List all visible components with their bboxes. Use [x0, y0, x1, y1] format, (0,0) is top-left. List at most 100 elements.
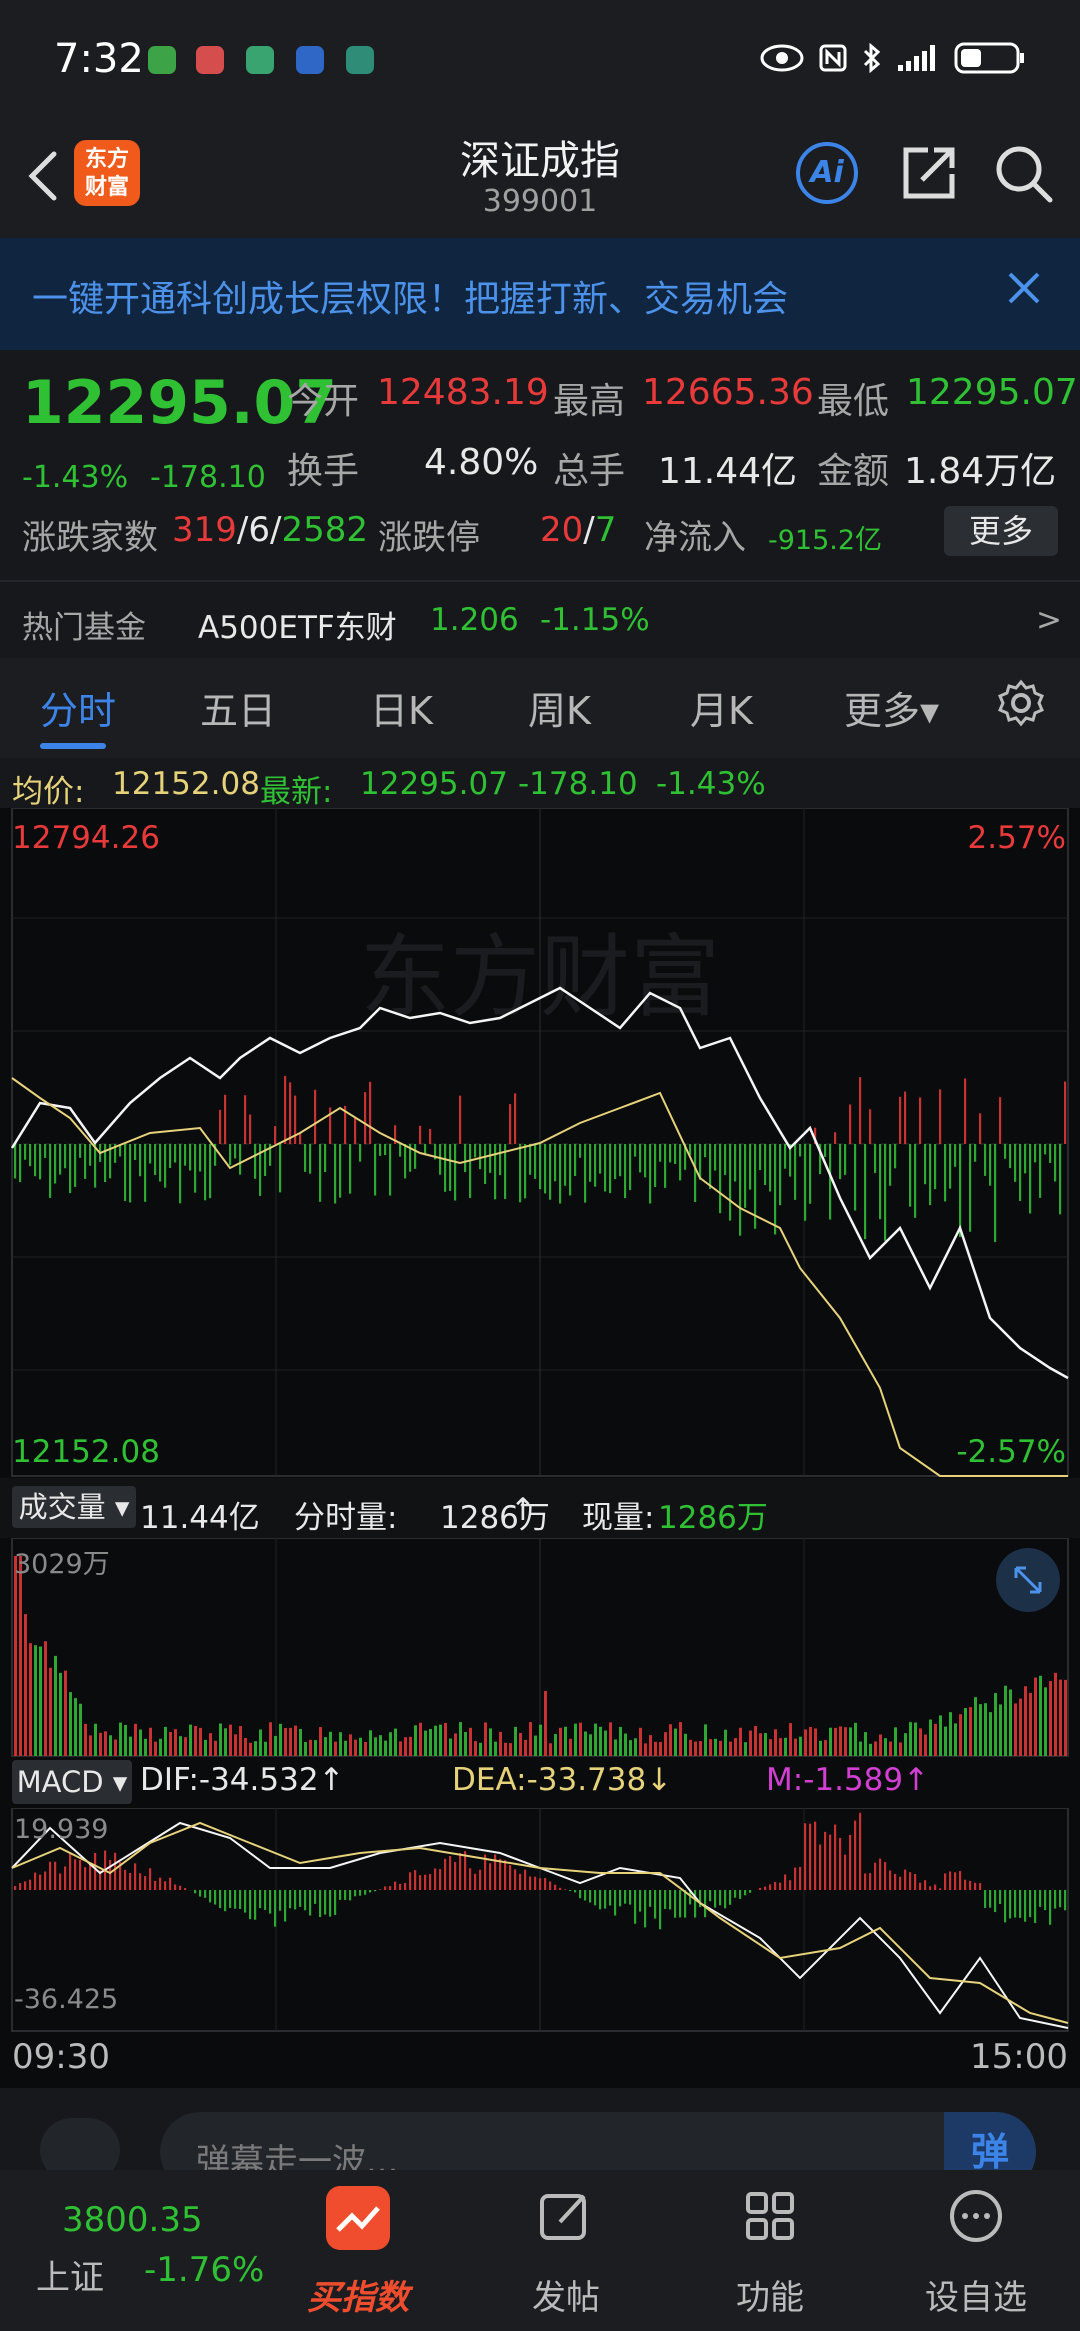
nav-post[interactable]: 发帖	[466, 2170, 666, 2331]
intraday-chart[interactable]: 东方财富 12794.26 2.57% 12152.08 -2.57%	[0, 808, 1080, 1478]
macd-down-bar	[649, 1890, 652, 1907]
volume-bar	[314, 1740, 317, 1756]
volume-bar	[734, 1738, 737, 1756]
volume-bar	[714, 1738, 717, 1756]
volume-bar	[999, 1704, 1002, 1756]
macd-up-bar	[29, 1879, 32, 1890]
macd-up-bar	[424, 1874, 427, 1890]
macd-up-bar	[144, 1876, 147, 1890]
macd-down-bar	[219, 1890, 222, 1909]
nfc-icon	[819, 44, 847, 72]
outflow-bar	[539, 1144, 542, 1190]
volume-bar	[679, 1722, 682, 1756]
tab-monthly-k[interactable]: 月K	[690, 680, 753, 735]
outflow-bar	[729, 1144, 732, 1221]
macd-up-bar	[174, 1884, 177, 1890]
macd-up-bar	[789, 1880, 792, 1890]
volume-bar	[1019, 1698, 1022, 1756]
inflow-bar	[849, 1104, 852, 1144]
outflow-bar	[589, 1144, 592, 1182]
volume-bar	[509, 1743, 512, 1756]
macd-up-bar	[479, 1869, 482, 1890]
pct-axis-top: 2.57%	[967, 820, 1066, 856]
volume-bar	[904, 1733, 907, 1756]
outflow-bar	[524, 1144, 527, 1199]
macd-down-bar	[714, 1890, 717, 1908]
volume-bar	[579, 1722, 582, 1756]
volume-bar	[689, 1739, 692, 1756]
outflow-bar	[994, 1144, 997, 1242]
tab-intraday[interactable]: 分时	[40, 680, 116, 735]
outflow-bar	[134, 1144, 137, 1161]
tab-daily-k[interactable]: 日K	[370, 680, 433, 735]
macd-up-bar	[529, 1876, 532, 1890]
outflow-bar	[714, 1144, 717, 1171]
volume-bar	[914, 1722, 917, 1756]
volume-bar	[289, 1727, 292, 1756]
macd-down-bar	[304, 1890, 307, 1911]
volume-bar	[209, 1733, 212, 1756]
volume-bar	[649, 1735, 652, 1756]
macd-up-bar	[149, 1868, 152, 1890]
nav-buy-index[interactable]: 买指数	[258, 2170, 458, 2331]
ai-button[interactable]: Ai	[796, 142, 858, 204]
tab-weekly-k[interactable]: 周K	[528, 680, 591, 735]
macd-down-bar	[644, 1890, 647, 1928]
expand-button[interactable]	[996, 1548, 1060, 1612]
macd-up-bar	[949, 1871, 952, 1890]
volume-bar	[139, 1729, 142, 1756]
macd-down-bar	[214, 1890, 217, 1905]
nav-watchlist[interactable]: 设自选	[876, 2170, 1076, 2331]
tab-more[interactable]: 更多▾	[844, 680, 939, 735]
macd-down-bar	[334, 1890, 337, 1915]
outflow-bar	[934, 1144, 937, 1190]
volume-bar	[594, 1723, 597, 1756]
volume-bar	[929, 1719, 932, 1756]
outflow-bar	[74, 1144, 77, 1187]
volume-bar	[559, 1727, 562, 1756]
tab-five-day[interactable]: 五日	[200, 680, 276, 735]
nav-functions[interactable]: 功能	[670, 2170, 870, 2331]
volume-bar	[1059, 1679, 1062, 1756]
volume-bar	[34, 1645, 37, 1756]
volume-bar	[204, 1739, 207, 1756]
outflow-bar	[629, 1144, 632, 1191]
volume-bar	[434, 1725, 437, 1756]
last-label: 最新:	[260, 774, 333, 810]
volume-bar	[619, 1726, 622, 1756]
more-icon	[950, 2190, 1002, 2242]
inflow-bar	[249, 1114, 252, 1144]
nav-index-quote[interactable]: 3800.35 上证 -1.76%	[10, 2170, 264, 2331]
gear-icon[interactable]	[996, 678, 1046, 728]
volume-bar	[684, 1733, 687, 1756]
minute-volume-label: 分时量:	[294, 1500, 398, 1536]
volume-bar	[279, 1723, 282, 1756]
volume-indicator-select[interactable]: 成交量 ▾	[12, 1486, 136, 1528]
macd-up-bar	[489, 1863, 492, 1890]
change-percent: -1.43%	[22, 460, 129, 495]
outflow-bar	[844, 1144, 847, 1175]
outflow-bar	[659, 1144, 662, 1162]
outflow-bar	[1019, 1144, 1022, 1201]
macd-up-bar	[819, 1844, 822, 1890]
battery-icon	[954, 42, 1024, 74]
macd-down-bar	[1004, 1890, 1007, 1923]
outflow-bar	[19, 1144, 22, 1183]
volume-bar	[764, 1733, 767, 1756]
outflow-bar	[234, 1144, 237, 1159]
close-icon[interactable]	[1004, 268, 1044, 308]
share-icon[interactable]	[898, 142, 958, 202]
macd-up-bar	[834, 1824, 837, 1890]
volume-bar	[224, 1728, 227, 1756]
macd-up-bar	[384, 1886, 387, 1890]
outflow-bar	[769, 1144, 772, 1192]
more-button[interactable]: 更多	[944, 506, 1058, 556]
inflow-bar	[369, 1081, 372, 1144]
promo-banner[interactable]: 一键开通科创成长层权限！把握打新、交易机会	[0, 238, 1080, 350]
macd-indicator-select[interactable]: MACD ▾	[12, 1760, 132, 1804]
search-icon[interactable]	[992, 142, 1054, 204]
macd-up-bar	[474, 1873, 477, 1890]
hot-fund-row[interactable]: 热门基金 A500ETF东财 1.206 -1.15% >	[0, 582, 1080, 658]
outflow-bar	[229, 1144, 232, 1166]
macd-down-bar	[734, 1890, 737, 1898]
